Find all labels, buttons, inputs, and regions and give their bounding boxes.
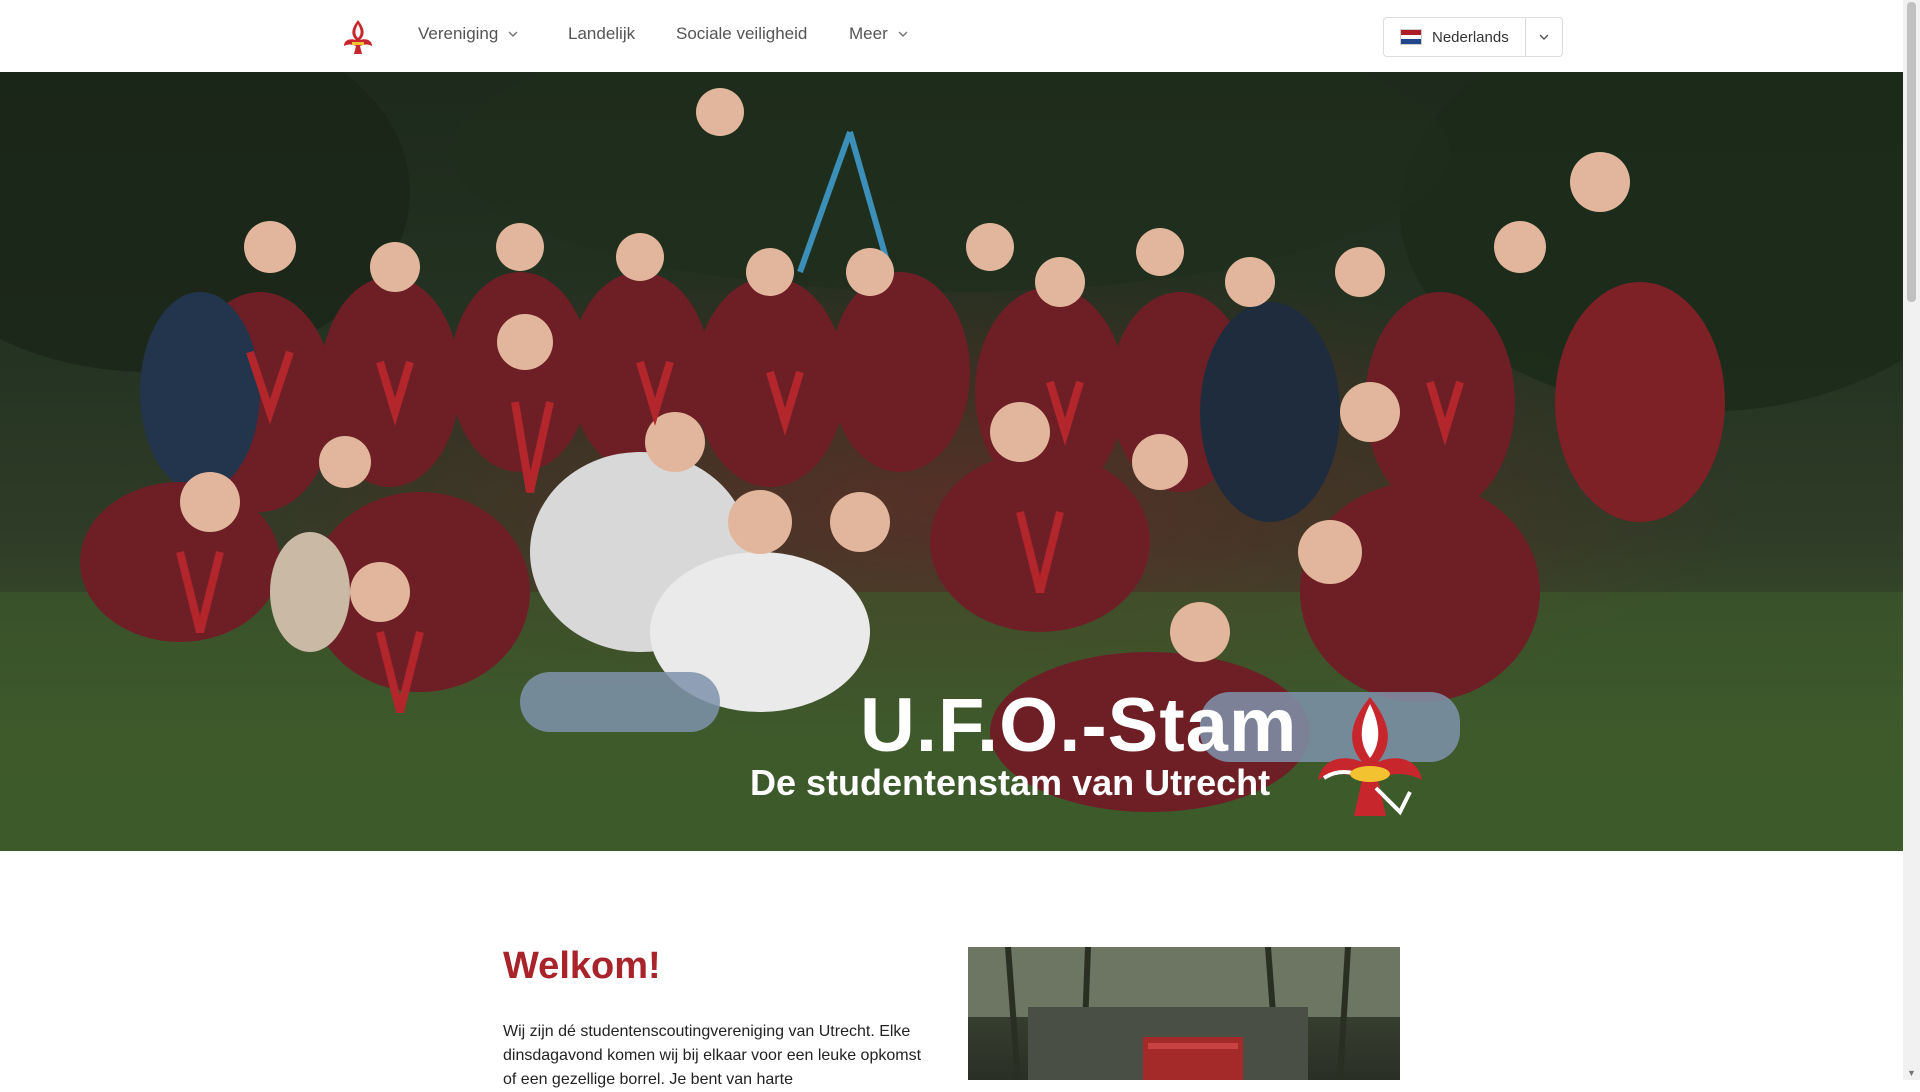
hero-subtitle: De studentenstam van Utrecht (750, 762, 1271, 803)
intro-text: Wij zijn dé studentenscoutingvereniging … (503, 1023, 922, 1088)
nav-vereniging-label: Vereniging (418, 24, 499, 43)
chevron-down-icon (898, 31, 908, 37)
nav-landelijk[interactable]: Landelijk (568, 24, 635, 44)
nav-sociale-veiligheid[interactable]: Sociale veiligheid (676, 24, 807, 44)
dutch-flag-icon (1400, 29, 1422, 45)
camp-photo (968, 947, 1400, 1080)
language-selector[interactable]: Nederlands (1383, 17, 1563, 57)
welcome-heading: Welkom! (503, 945, 661, 987)
nav-meer-label: Meer (849, 24, 888, 43)
hero-banner: U.F.O.-Stam De studentenstam van Utrecht (0, 72, 1903, 851)
scrollbar-thumb[interactable] (1907, 2, 1916, 302)
language-current[interactable]: Nederlands (1384, 18, 1525, 56)
chevron-down-icon (1539, 34, 1549, 40)
nav-sociale-veiligheid-label: Sociale veiligheid (676, 24, 808, 43)
scroll-down-arrow-icon[interactable]: ▼ (1907, 1068, 1916, 1078)
lily-logo-icon[interactable] (340, 18, 376, 56)
nav-meer[interactable]: Meer (849, 24, 908, 44)
language-label: Nederlands (1432, 28, 1509, 46)
nav-vereniging[interactable]: Vereniging (418, 24, 518, 44)
chevron-down-icon (508, 31, 518, 37)
hero-title: U.F.O.-Stam (860, 683, 1298, 768)
top-navbar: Vereniging Landelijk Sociale veiligheid … (0, 0, 1903, 73)
page-scrollbar[interactable]: ▼ (1903, 0, 1920, 1080)
fleur-de-lis-icon (1318, 697, 1422, 816)
nav-landelijk-label: Landelijk (568, 24, 636, 43)
language-dropdown-button[interactable] (1524, 18, 1562, 56)
